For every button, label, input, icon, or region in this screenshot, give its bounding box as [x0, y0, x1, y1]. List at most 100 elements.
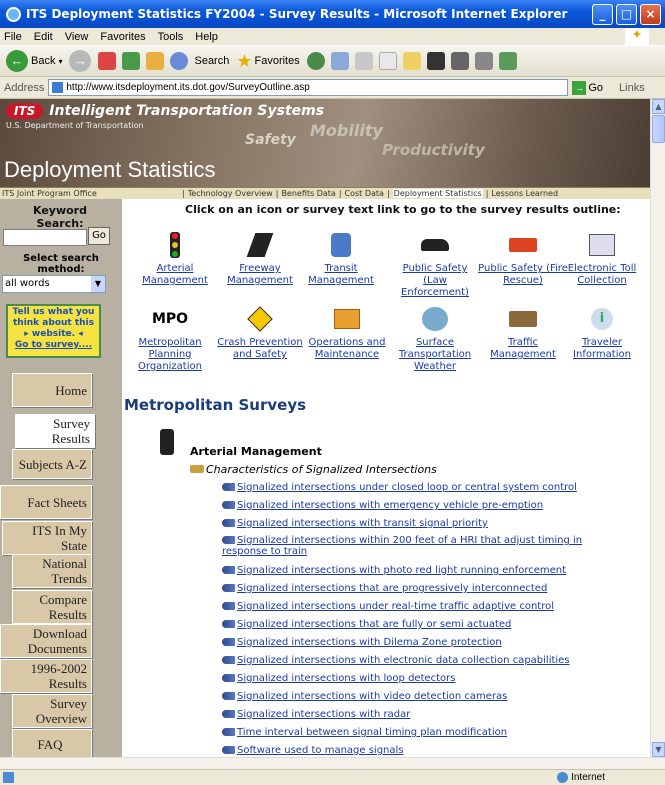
toll-booth-icon [589, 234, 615, 256]
search-method-select[interactable]: all words ▼ [2, 275, 106, 293]
print-icon[interactable] [354, 52, 373, 70]
subsection-heading: Characteristics of Signalized Intersecti… [190, 463, 437, 476]
menu-edit[interactable]: Edit [34, 31, 53, 43]
nav-technology-overview[interactable]: Technology Overview [188, 189, 273, 198]
weather-icon [422, 307, 448, 331]
scroll-down-icon[interactable]: ▼ [652, 742, 665, 757]
outline-link[interactable]: Signalized intersections with Dilema Zon… [222, 637, 502, 648]
icon-transit-management[interactable]: Transit Management [296, 231, 386, 287]
sidebar-item-its-in-my-state[interactable]: ITS In My State [2, 521, 92, 555]
toolbar-app3-icon[interactable] [474, 52, 493, 70]
go-button[interactable]: → Go [572, 80, 603, 95]
outline-link[interactable]: Signalized intersections with emergency … [222, 500, 543, 511]
left-sidebar: Keyword Search: Go Select search method:… [0, 199, 122, 757]
keyword-go-button[interactable]: Go [88, 227, 110, 245]
sidebar-item-survey-overview[interactable]: Survey Overview [12, 694, 92, 728]
keyword-input[interactable] [3, 229, 87, 246]
search-button[interactable]: Search [170, 52, 229, 70]
outline-link[interactable]: Signalized intersections with radar [222, 709, 410, 720]
page-status-icon [3, 772, 14, 783]
icon-mpo[interactable]: MPO Metropolitan Planning Organization [125, 305, 215, 373]
icon-crash-prevention[interactable]: Crash Prevention and Safety [215, 305, 305, 361]
sidebar-item-1996-2002-results[interactable]: 1996-2002 Results [0, 659, 92, 693]
arrow-right-icon: ▸ [24, 329, 32, 339]
horizontal-scrollbar[interactable] [0, 757, 665, 769]
forward-button[interactable]: → [69, 50, 92, 72]
links-label[interactable]: Links [619, 82, 645, 94]
outline-link[interactable]: Signalized intersections that are fully … [222, 619, 511, 630]
back-button[interactable]: ← Back ▾ [6, 50, 62, 72]
survey-link[interactable]: Go to survey.... [8, 340, 99, 351]
feedback-box: Tell us what you think about this ▸ webs… [6, 304, 101, 358]
icon-electronic-toll[interactable]: Electronic Toll Collection [562, 231, 642, 287]
site-navbar: ITS Joint Program Office | Technology Ove… [0, 187, 650, 199]
icon-traffic-management[interactable]: Traffic Management [478, 305, 568, 361]
menu-help[interactable]: Help [195, 31, 218, 43]
icon-freeway-management[interactable]: Freeway Management [215, 231, 305, 287]
menu-file[interactable]: File [4, 31, 22, 43]
home-icon[interactable] [146, 52, 165, 70]
outline-link[interactable]: Signalized intersections under real-time… [222, 601, 554, 612]
fire-truck-icon [509, 238, 537, 252]
icon-public-safety-fire[interactable]: Public Safety (Fire Rescue) [478, 231, 568, 287]
favorites-button[interactable]: ★ Favorites [236, 51, 299, 72]
scrollbar-thumb[interactable] [652, 115, 665, 143]
menu-favorites[interactable]: Favorites [100, 31, 145, 43]
page-content: ITS Intelligent Transportation Systems U… [0, 99, 650, 757]
outline-link[interactable]: Signalized intersections that are progre… [222, 583, 547, 594]
sidebar-item-national-trends[interactable]: National Trends [12, 554, 92, 588]
search-method-label: Select search method: [23, 253, 99, 275]
edit-icon[interactable] [378, 52, 397, 70]
outline-link[interactable]: Signalized intersections with video dete… [222, 691, 507, 702]
menu-tools[interactable]: Tools [158, 31, 184, 43]
nav-deployment-statistics[interactable]: Deployment Statistics [392, 189, 483, 198]
instruction-text: Click on an icon or survey text link to … [185, 203, 621, 216]
toolbar: ← Back ▾ → Search ★ Favorites [0, 45, 665, 77]
minimize-button[interactable]: _ [592, 4, 613, 25]
toolbar-app-icon[interactable] [426, 52, 445, 70]
outline-link[interactable]: Software used to manage signals [222, 745, 404, 756]
nav-lessons-learned[interactable]: Lessons Learned [491, 189, 558, 198]
sidebar-item-compare-results[interactable]: Compare Results [12, 590, 92, 624]
outline-link[interactable]: Signalized intersections with electronic… [222, 655, 570, 666]
icon-arterial-management[interactable]: Arterial Management [130, 231, 220, 287]
icon-public-safety-law[interactable]: Public Safety (Law Enforcement) [390, 231, 480, 299]
messenger-icon[interactable] [498, 52, 517, 70]
icon-label: Public Safety (Fire Rescue) [478, 263, 568, 286]
nav-cost-data[interactable]: Cost Data [345, 189, 384, 198]
sidebar-item-home[interactable]: Home [12, 373, 92, 407]
feedback-text-2: website. [31, 329, 76, 339]
sidebar-item-subjects[interactable]: Subjects A-Z [12, 449, 92, 479]
address-bar: Address http://www.itsdeployment.its.dot… [0, 77, 665, 99]
icon-surface-weather[interactable]: Surface Transportation Weather [390, 305, 480, 373]
stop-icon[interactable] [98, 52, 117, 70]
address-input[interactable]: http://www.itsdeployment.its.dot.gov/Sur… [48, 79, 569, 96]
outline-link[interactable]: Signalized intersections with transit si… [222, 518, 488, 529]
icon-operations-maintenance[interactable]: Operations and Maintenance [302, 305, 392, 361]
vertical-scrollbar[interactable]: ▲ ▼ [650, 99, 665, 757]
traffic-light-icon[interactable] [160, 429, 174, 455]
arterial-management-heading: Arterial Management [190, 445, 322, 458]
maximize-button[interactable]: □ [616, 4, 637, 25]
icon-traveler-information[interactable]: i Traveler Information [562, 305, 642, 361]
folder-icon[interactable] [402, 52, 421, 70]
jpo-link[interactable]: ITS Joint Program Office [2, 189, 179, 198]
outline-link[interactable]: Signalized intersections with loop detec… [222, 673, 456, 684]
nav-benefits-data[interactable]: Benefits Data [281, 189, 335, 198]
menu-view[interactable]: View [65, 31, 89, 43]
sidebar-item-download-documents[interactable]: Download Documents [0, 624, 92, 658]
outline-link[interactable]: Time interval between signal timing plan… [222, 727, 507, 738]
bus-icon [331, 233, 351, 257]
outline-link[interactable]: Signalized intersections with photo red … [222, 565, 566, 576]
media-icon[interactable] [306, 52, 325, 70]
sidebar-item-faq[interactable]: FAQ [12, 729, 92, 757]
sidebar-item-survey-results[interactable]: Survey Results [15, 414, 95, 448]
outline-link[interactable]: Signalized intersections under closed lo… [222, 482, 577, 493]
refresh-icon[interactable] [122, 52, 141, 70]
toolbar-app2-icon[interactable] [450, 52, 469, 70]
sidebar-item-fact-sheets[interactable]: Fact Sheets [0, 485, 92, 519]
outline-link[interactable]: Signalized intersections within 200 feet… [222, 535, 622, 557]
close-button[interactable]: × [640, 4, 661, 25]
history-icon[interactable] [330, 52, 349, 70]
scroll-up-icon[interactable]: ▲ [652, 99, 665, 114]
